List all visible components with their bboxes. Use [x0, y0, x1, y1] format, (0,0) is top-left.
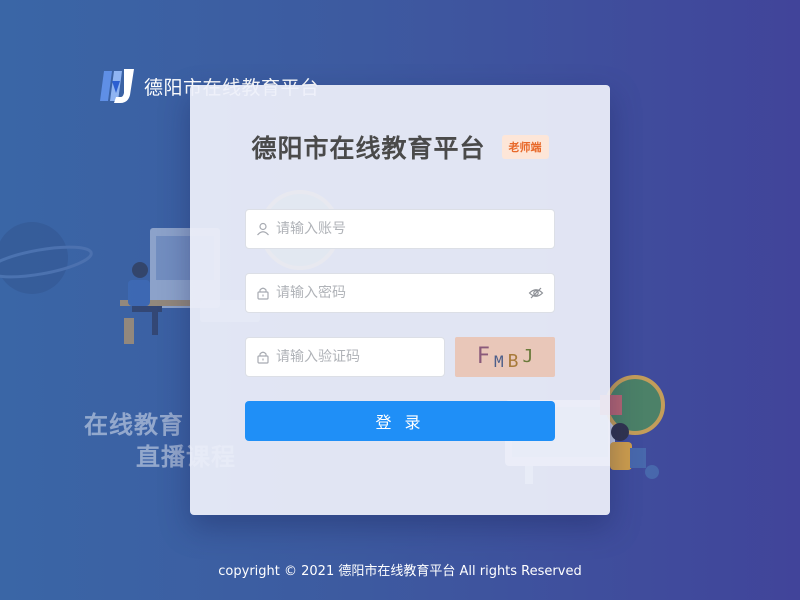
planet-icon [0, 222, 93, 294]
slogan-line-1: 在线教育 [84, 411, 184, 439]
lock-icon [257, 351, 269, 364]
password-input[interactable] [276, 285, 528, 301]
lock-icon [257, 287, 269, 300]
account-input[interactable] [276, 221, 544, 237]
captcha-field[interactable] [245, 337, 445, 377]
user-icon [257, 222, 269, 236]
captcha-char: B [507, 350, 519, 372]
footer-copyright: copyright © 2021 德阳市在线教育平台 All rights Re… [218, 564, 582, 579]
login-card: 德阳市在线教育平台 老师端 F M B [190, 85, 610, 515]
captcha-char: J [522, 345, 534, 367]
captcha-image[interactable]: F M B J [455, 337, 555, 377]
role-badge: 老师端 [501, 135, 549, 159]
captcha-input[interactable] [276, 349, 434, 365]
eye-slash-icon[interactable] [528, 285, 544, 301]
card-title: 德阳市在线教育平台 [251, 134, 486, 163]
password-field[interactable] [245, 273, 555, 313]
card-title-row: 德阳市在线教育平台 老师端 [190, 129, 610, 165]
account-field[interactable] [245, 209, 555, 249]
login-button[interactable]: 登 录 [245, 401, 555, 441]
captcha-char: M [493, 351, 504, 371]
captcha-char: F [476, 343, 490, 369]
platform-logo-icon [100, 69, 134, 103]
